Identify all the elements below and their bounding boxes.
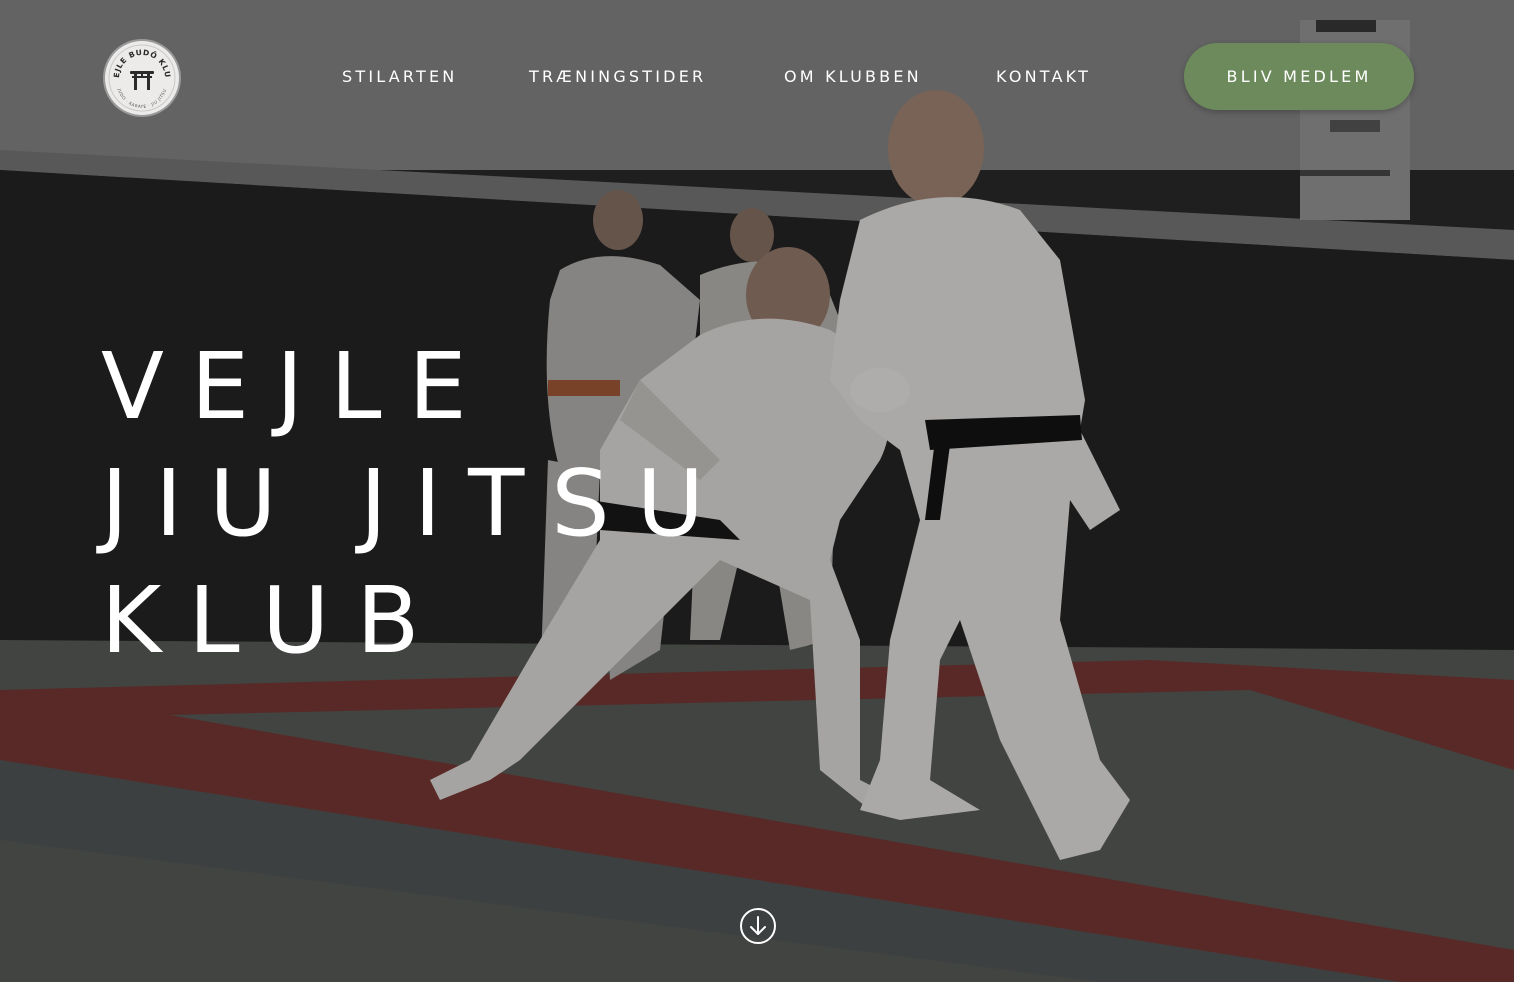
nav-item-stilarten[interactable]: STILARTEN bbox=[342, 66, 457, 88]
hero-title: VEJLE JIU JITSU KLUB bbox=[101, 328, 731, 679]
hero-title-line-1: VEJLE bbox=[101, 333, 494, 440]
hero-title-line-3: KLUB bbox=[101, 567, 447, 674]
nav-item-om-klubben[interactable]: OM KLUBBEN bbox=[784, 66, 922, 88]
nav-item-kontakt[interactable]: KONTAKT bbox=[996, 66, 1091, 88]
arrow-down-circle-icon[interactable] bbox=[739, 907, 777, 945]
hero-section: VEJLE BUDŌ KLUB JUDO · KARATE · JIU JITS… bbox=[0, 0, 1514, 982]
become-member-button[interactable]: BLIV MEDLEM bbox=[1184, 43, 1414, 110]
nav-item-traeningstider[interactable]: TRÆNINGSTIDER bbox=[529, 66, 706, 88]
hero-title-line-2: JIU JITSU bbox=[101, 450, 732, 557]
